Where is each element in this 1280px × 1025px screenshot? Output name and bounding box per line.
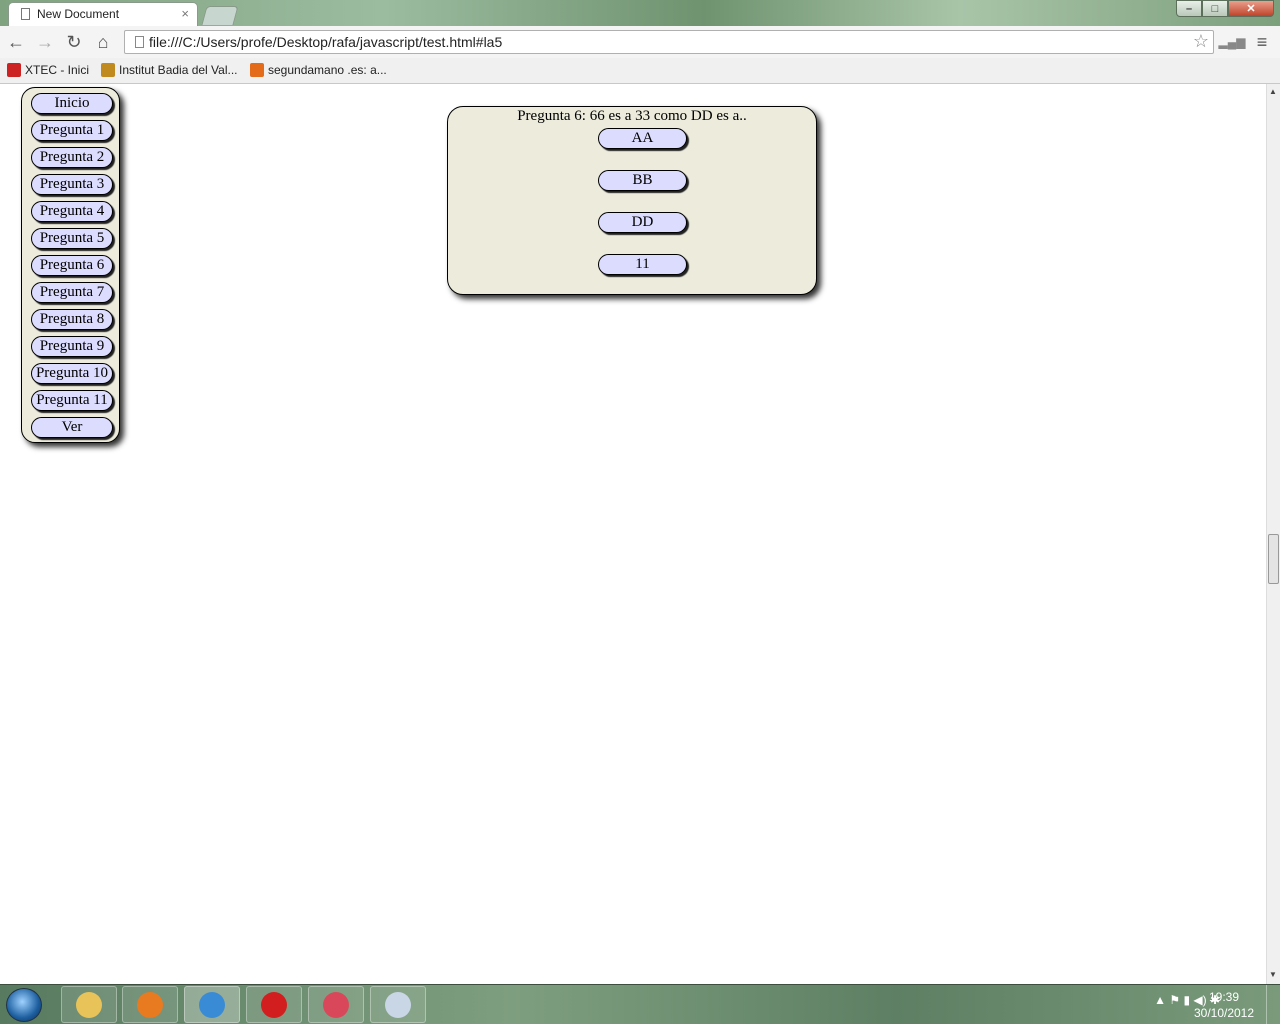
close-window-button[interactable]: ✕ [1228,0,1274,17]
clock[interactable]: 19:39 30/10/2012 [1192,989,1256,1021]
nav-pregunta-10-button[interactable]: Pregunta 10 [31,363,113,384]
taskbar-explorer[interactable] [61,986,117,1023]
forward-icon[interactable]: → [33,30,57,54]
tab-close-icon[interactable]: × [181,6,189,21]
bookmark-institut[interactable]: Institut Badia del Val... [101,63,238,77]
scroll-up-icon[interactable]: ▲ [1269,87,1277,96]
signal-icon: ▂▄▆ [1218,35,1246,49]
bookmark-label: XTEC - Inici [25,63,90,77]
nav-pregunta-11-button[interactable]: Pregunta 11 [31,390,113,411]
tab-new-document[interactable]: New Document × [8,2,198,26]
nav-pregunta-2-button[interactable]: Pregunta 2 [31,147,113,168]
answer-button[interactable]: DD [598,212,687,233]
nav-pregunta-7-button[interactable]: Pregunta 7 [31,282,113,303]
windows-start-button[interactable] [6,988,42,1022]
question-panel: Pregunta 6: 66 es a 33 como DD es a.. AA… [447,106,817,295]
page-content: Inicio Pregunta 1 Pregunta 2 Pregunta 3 … [0,84,1266,984]
chrome-icon [199,991,225,1018]
nav-pregunta-3-button[interactable]: Pregunta 3 [31,174,113,195]
taskbar-firefox[interactable] [122,986,178,1023]
maximize-button[interactable]: □ [1202,0,1228,17]
app-icon [323,991,349,1018]
show-desktop-button[interactable] [1266,985,1280,1025]
taskbar: ▲ ⚑ ▮ ◀) ✱ 19:39 30/10/2012 [0,984,1280,1025]
institut-icon [101,63,115,77]
nav-pregunta-1-button[interactable]: Pregunta 1 [31,120,113,141]
clock-date: 30/10/2012 [1193,1006,1255,1020]
bookmark-label: Institut Badia del Val... [119,63,238,77]
opera-icon [261,991,287,1018]
answer-button[interactable]: BB [598,170,687,191]
firefox-icon [137,991,163,1018]
bookmark-label: segundamano .es: a... [268,63,387,77]
nav-pregunta-5-button[interactable]: Pregunta 5 [31,228,113,249]
bookmark-segundamano[interactable]: segundamano .es: a... [250,63,387,77]
nav-pregunta-9-button[interactable]: Pregunta 9 [31,336,113,357]
tab-title: New Document [37,7,120,21]
sidebar-menu: Inicio Pregunta 1 Pregunta 2 Pregunta 3 … [21,87,120,443]
minimize-button[interactable]: – [1176,0,1202,17]
nav-pregunta-6-button[interactable]: Pregunta 6 [31,255,113,276]
bookmarks-bar: XTEC - Inici Institut Badia del Val... s… [0,58,1280,84]
address-bar[interactable]: file:///C:/Users/profe/Desktop/rafa/java… [124,30,1214,54]
folder-icon [76,991,102,1018]
taskbar-paint[interactable] [370,986,426,1023]
url-text[interactable]: file:///C:/Users/profe/Desktop/rafa/java… [149,34,502,50]
home-icon[interactable]: ⌂ [91,30,115,54]
menu-icon[interactable]: ≡ [1250,30,1274,54]
answer-button[interactable]: AA [598,128,687,149]
bookmark-xtec[interactable]: XTEC - Inici [7,63,89,77]
vertical-scrollbar[interactable]: ▲ ▼ [1266,84,1280,984]
browser-toolbar: ← → ↻ ⌂ file:///C:/Users/profe/Desktop/r… [0,26,1280,58]
segundamano-icon [250,63,264,77]
title-bar: New Document × – □ ✕ [0,0,1280,26]
answer-button[interactable]: 11 [598,254,687,275]
paint-icon [385,991,411,1018]
clock-time: 19:39 [1208,990,1240,1004]
reload-icon[interactable]: ↻ [62,30,86,54]
question-text: Pregunta 6: 66 es a 33 como DD es a.. [517,108,747,124]
window-controls: – □ ✕ [1176,0,1274,18]
xtec-icon [7,63,21,77]
back-icon[interactable]: ← [4,30,28,54]
nav-pregunta-8-button[interactable]: Pregunta 8 [31,309,113,330]
nav-pregunta-4-button[interactable]: Pregunta 4 [31,201,113,222]
taskbar-opera[interactable] [246,986,302,1023]
document-icon [21,8,30,20]
nav-ver-button[interactable]: Ver [31,417,113,438]
taskbar-app[interactable] [308,986,364,1023]
scrollbar-thumb[interactable] [1268,534,1279,584]
new-tab-button[interactable] [201,6,239,25]
bookmark-star-icon[interactable]: ☆ [1193,31,1209,52]
scroll-down-icon[interactable]: ▼ [1269,970,1277,979]
nav-inicio-button[interactable]: Inicio [31,93,113,114]
taskbar-chrome[interactable] [184,986,240,1023]
page-icon [135,36,144,48]
